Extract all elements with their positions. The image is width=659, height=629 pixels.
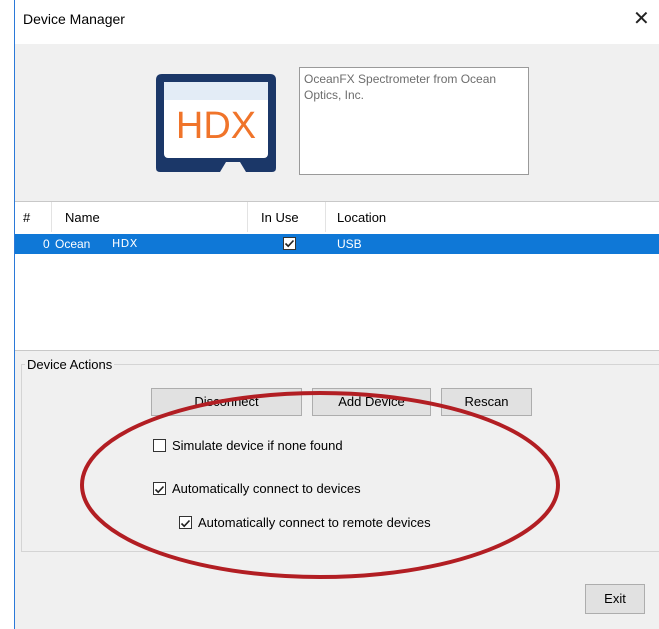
in-use-checkbox[interactable] [283,237,296,250]
row-name-badge: HDX [112,237,138,250]
checkbox-box [153,439,166,452]
device-manager-window: Device Manager ✕ HDX OceanFX Spectromete… [14,0,659,629]
col-index-header[interactable]: # [23,210,30,225]
disconnect-button[interactable]: Disconnect [151,388,302,416]
device-description: OceanFX Spectrometer from Ocean Optics, … [299,67,529,175]
device-table: # Name In Use Location 0 Ocean HDX USB [15,201,659,351]
auto-connect-remote-checkbox[interactable]: Automatically connect to remote devices [179,514,489,532]
col-location-header[interactable]: Location [337,210,386,225]
table-header: # Name In Use Location [15,202,659,232]
row-index: 0 [43,237,50,251]
column-divider [51,202,52,232]
title-bar: Device Manager ✕ [15,0,659,44]
auto-connect-checkbox[interactable]: Automatically connect to devices [153,480,413,498]
row-name: Ocean [55,237,91,251]
checkbox-box [153,482,166,495]
column-divider [325,202,326,232]
exit-button[interactable]: Exit [585,584,645,614]
device-actions-label: Device Actions [25,357,115,372]
auto-connect-remote-label: Automatically connect to remote devices [198,515,431,530]
rescan-button[interactable]: Rescan [441,388,532,416]
check-icon [180,519,191,528]
check-icon [284,239,295,248]
hdx-logo: HDX [156,74,276,172]
simulate-device-checkbox[interactable]: Simulate device if none found [153,437,403,455]
col-inuse-header[interactable]: In Use [261,210,299,225]
checkbox-box [179,516,192,529]
add-device-button[interactable]: Add Device [312,388,431,416]
window-title: Device Manager [23,11,125,27]
close-icon[interactable]: ✕ [633,8,650,30]
col-name-header[interactable]: Name [65,210,100,225]
auto-connect-label: Automatically connect to devices [172,481,361,496]
table-row[interactable]: 0 Ocean HDX USB [15,234,659,254]
simulate-device-label: Simulate device if none found [172,438,343,453]
logo-text: HDX [176,105,256,147]
column-divider [247,202,248,232]
check-icon [154,485,165,494]
row-location: USB [337,237,362,251]
